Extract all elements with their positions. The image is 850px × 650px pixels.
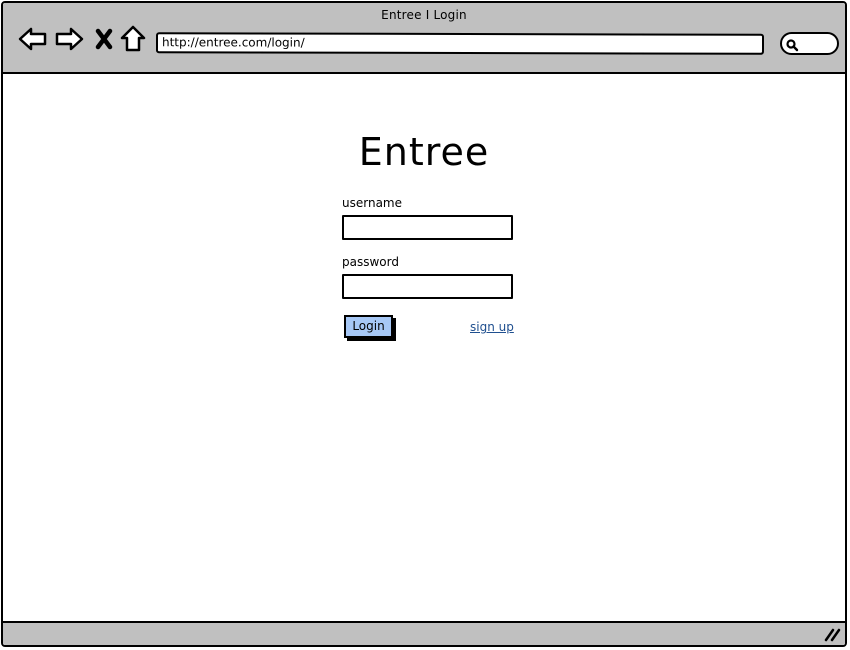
browser-titlebar: Entree I Login http://entree.com/login/ bbox=[3, 3, 845, 74]
password-label: password bbox=[342, 255, 399, 269]
username-label: username bbox=[342, 196, 402, 210]
window-title: Entree I Login bbox=[381, 8, 467, 22]
brand-title: Entree bbox=[358, 130, 490, 174]
password-input[interactable] bbox=[342, 274, 513, 299]
home-icon[interactable] bbox=[117, 23, 149, 55]
address-bar[interactable]: http://entree.com/login/ bbox=[155, 32, 765, 55]
login-button[interactable]: Login bbox=[344, 315, 393, 338]
forward-arrow-icon[interactable] bbox=[53, 23, 85, 55]
back-arrow-icon[interactable] bbox=[17, 23, 49, 55]
status-bar bbox=[3, 621, 845, 645]
search-icon bbox=[785, 37, 799, 56]
browser-window: Entree I Login http://entree.com/login/ bbox=[1, 1, 847, 647]
page-content: Entree username password Login sign up bbox=[3, 74, 845, 624]
username-input[interactable] bbox=[342, 215, 513, 240]
close-x-icon[interactable] bbox=[88, 23, 120, 55]
signup-link[interactable]: sign up bbox=[470, 320, 514, 334]
search-box[interactable] bbox=[780, 32, 839, 55]
resize-grip-icon[interactable] bbox=[823, 626, 841, 642]
